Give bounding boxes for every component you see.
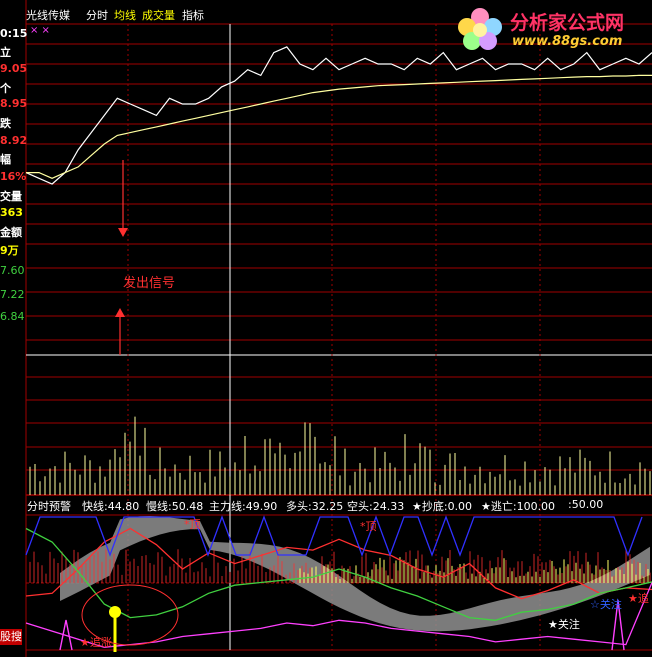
- left-label-a: 立: [0, 46, 11, 59]
- scale-1: 7.60: [0, 264, 25, 277]
- legend-long: 多头:32.25: [286, 500, 344, 513]
- up-arrow-head: [115, 308, 125, 317]
- down-arrow-head: [118, 228, 128, 237]
- legend-short: 空头:24.33: [347, 500, 405, 513]
- left-label-d: 幅: [0, 153, 11, 166]
- signal-pin-head: [109, 606, 121, 618]
- tab-volume[interactable]: 成交量: [142, 7, 175, 23]
- legend-fast: 快线:44.80: [82, 500, 140, 513]
- tab-junxian[interactable]: 均线: [114, 7, 136, 23]
- volume-value: 363: [0, 206, 23, 219]
- stock-name: 光线传媒: [26, 9, 70, 22]
- watch-marker-right: ☆关注: [590, 598, 622, 611]
- legend-main: 主力线:49.90: [209, 500, 278, 513]
- price-mid: 8.95: [0, 97, 28, 110]
- volume-bars: [29, 416, 651, 495]
- chart-svg: [25, 0, 652, 657]
- logo-title: 分析家公式网: [510, 12, 625, 34]
- header-markers: × ×: [30, 25, 50, 36]
- scale-2: 7.22: [0, 288, 25, 301]
- legend-escape: ★逃亡:100.00: [481, 500, 556, 513]
- top-marker-1: *顶: [184, 518, 201, 531]
- price-high: 9.05: [0, 62, 28, 75]
- legend-bottom: ★抄底:0.00: [412, 500, 473, 513]
- chase-marker-right: ★追: [628, 592, 649, 605]
- left-label-c: 跌: [0, 117, 11, 130]
- chase-marker: ★追涨: [80, 636, 112, 649]
- watch-marker: ★关注: [548, 618, 580, 631]
- avg-price-line: [26, 74, 652, 179]
- scale-3: 6.84: [0, 310, 25, 323]
- search-button[interactable]: 股搜: [0, 629, 22, 645]
- clock: 0:15: [0, 27, 28, 40]
- signal-label: 发出信号: [123, 276, 176, 291]
- tab-fenshi[interactable]: 分时: [86, 7, 108, 23]
- logo-url: www.88gs.com: [512, 34, 623, 49]
- top-marker-2: *顶: [360, 520, 377, 533]
- price-low: 8.92: [0, 134, 28, 147]
- legend-title: 分时预警: [27, 500, 71, 513]
- left-label-b: 个: [0, 82, 11, 95]
- volume-label: 交量: [0, 190, 22, 203]
- legend-slow: 慢线:50.48: [146, 500, 204, 513]
- amount-value: 9万: [0, 244, 19, 257]
- price-line: [25, 46, 652, 185]
- chart-canvas: 光线传媒 分时 均线 成交量 指标 × × 分析家公式网 www.88gs.co…: [0, 0, 652, 657]
- change-pct: 16%: [0, 170, 27, 183]
- tab-indicator[interactable]: 指标: [182, 7, 204, 23]
- logo: 分析家公式网 www.88gs.com: [450, 0, 652, 56]
- legend-mid: :50.00: [568, 498, 604, 511]
- amount-label: 金额: [0, 226, 22, 239]
- flower-icon: [458, 8, 502, 50]
